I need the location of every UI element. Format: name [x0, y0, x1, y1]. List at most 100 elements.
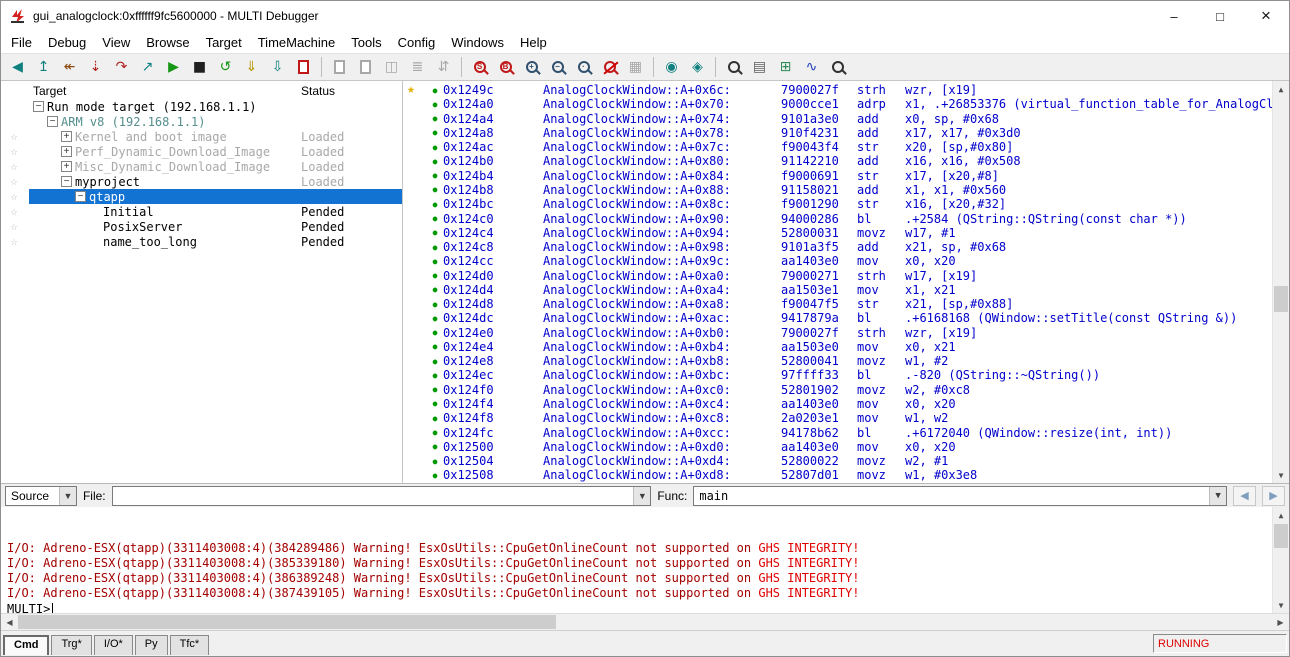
halt-icon[interactable]: ■ [187, 55, 212, 79]
history-back-icon[interactable]: ◀ [1233, 486, 1256, 506]
expand-icon[interactable]: + [61, 161, 72, 172]
disasm-row[interactable]: ●0x1249cAnalogClockWindow::A+0x6c:790002… [403, 83, 1272, 97]
disasm-row[interactable]: ●0x124b8AnalogClockWindow::A+0x88:911580… [403, 183, 1272, 197]
scrollbar-thumb[interactable] [18, 615, 556, 629]
breakpoint-dot[interactable]: ● [427, 342, 443, 351]
disasm-row[interactable]: ●0x124ccAnalogClockWindow::A+0x9c:aa1403… [403, 254, 1272, 268]
maximize-button[interactable]: □ [1197, 1, 1243, 31]
scroll-left-icon[interactable]: ◀ [1, 614, 18, 630]
favorite-star-icon[interactable]: ☆ [1, 204, 27, 219]
breakpoint-dot[interactable]: ● [427, 243, 443, 252]
disasm-row[interactable]: ●0x124f8AnalogClockWindow::A+0xc8:2a0203… [403, 411, 1272, 425]
horizontal-scrollbar[interactable]: ◀ ▶ [1, 613, 1289, 630]
disasm-row[interactable]: ●0x12508AnalogClockWindow::A+0xd8:52807d… [403, 468, 1272, 482]
disasm-row[interactable]: ●0x124c4AnalogClockWindow::A+0x94:528000… [403, 226, 1272, 240]
breakpoint-dot[interactable]: ● [427, 143, 443, 152]
command-console[interactable]: I/O: Adreno-ESX(qtapp)(3311403008:4)(384… [1, 507, 1289, 613]
target-tree-pane[interactable]: Target Status −Run mode target (192.168.… [1, 81, 403, 483]
browse-table-icon[interactable]: ▤ [747, 55, 772, 79]
tree-item-run-mode-target-192-168-1-1-[interactable]: −Run mode target (192.168.1.1) [1, 99, 402, 114]
scroll-up-icon[interactable]: ▲ [1273, 507, 1289, 523]
breakpoint-dot[interactable]: ● [427, 285, 443, 294]
disassembly-scrollbar[interactable]: ▲ ▼ [1272, 81, 1289, 483]
menu-debug[interactable]: Debug [40, 32, 94, 53]
tree-item-kernel-and-boot-image[interactable]: ☆+Kernel and boot imageLoaded [1, 129, 402, 144]
breakpoint-dot[interactable]: ● [427, 442, 443, 451]
tab-trg[interactable]: Trg* [51, 635, 91, 655]
disasm-row[interactable]: ●0x124b0AnalogClockWindow::A+0x80:911422… [403, 154, 1272, 168]
menu-timemachine[interactable]: TimeMachine [250, 32, 344, 53]
breakpoint-dot[interactable]: ● [427, 357, 443, 366]
breakpoint-dot[interactable]: ● [427, 86, 443, 95]
breakpoint-dot[interactable]: ● [427, 314, 443, 323]
step-into-icon[interactable]: ⇣ [83, 55, 108, 79]
chevron-down-icon[interactable]: ▼ [633, 487, 650, 505]
file-combobox[interactable]: ▼ [112, 486, 652, 506]
download-icon[interactable]: ⇓ [239, 55, 264, 79]
disasm-row[interactable]: ●0x12500AnalogClockWindow::A+0xd0:aa1403… [403, 440, 1272, 454]
sync-pc-icon[interactable]: ⇩ [265, 55, 290, 79]
console-prompt-line[interactable]: MULTI> [7, 601, 1269, 613]
tree-item-name-too-long[interactable]: ☆name_too_longPended [1, 234, 402, 249]
tree-item-myproject[interactable]: ☆−myprojectLoaded [1, 174, 402, 189]
breakpoint-dot[interactable]: ● [427, 399, 443, 408]
disasm-row[interactable]: ●0x124bcAnalogClockWindow::A+0x8c:f90012… [403, 197, 1272, 211]
disasm-row[interactable]: ●0x124e8AnalogClockWindow::A+0xb8:528000… [403, 354, 1272, 368]
tab-py[interactable]: Py [135, 635, 168, 655]
disasm-row[interactable]: ●0x124d4AnalogClockWindow::A+0xa4:aa1503… [403, 283, 1272, 297]
breakpoint-dot[interactable]: ● [427, 428, 443, 437]
menu-help[interactable]: Help [512, 32, 555, 53]
disasm-row[interactable]: ●0x124fcAnalogClockWindow::A+0xcc:94178b… [403, 425, 1272, 439]
favorite-star-icon[interactable]: ☆ [1, 234, 27, 249]
history-forward-icon[interactable]: ▶ [1262, 486, 1285, 506]
disasm-row[interactable]: ●0x124d8AnalogClockWindow::A+0xa8:f90047… [403, 297, 1272, 311]
disasm-row[interactable]: ●0x124a0AnalogClockWindow::A+0x70:9000cc… [403, 97, 1272, 111]
breakpoint-dot[interactable]: ● [427, 371, 443, 380]
zoom-out-icon[interactable]: − [545, 55, 570, 79]
zoom-in-icon[interactable]: + [519, 55, 544, 79]
favorite-star-icon[interactable]: ☆ [1, 174, 27, 189]
menu-tools[interactable]: Tools [343, 32, 389, 53]
menu-browse[interactable]: Browse [138, 32, 197, 53]
tab-cmd[interactable]: Cmd [3, 635, 49, 655]
breakpoint-dot[interactable]: ● [427, 114, 443, 123]
disasm-row[interactable]: ●0x124f4AnalogClockWindow::A+0xc4:aa1403… [403, 397, 1272, 411]
tree-item-misc-dynamic-download-image[interactable]: ☆+Misc_Dynamic_Download_ImageLoaded [1, 159, 402, 174]
tab-tfc[interactable]: Tfc* [170, 635, 210, 655]
disasm-row[interactable]: ●0x124d0AnalogClockWindow::A+0xa0:790002… [403, 268, 1272, 282]
zoom-reset-icon[interactable]: · [571, 55, 596, 79]
bookmark-star-icon[interactable]: ★ [407, 83, 415, 96]
search-off-icon[interactable] [597, 55, 622, 79]
disasm-row[interactable]: ●0x124c0AnalogClockWindow::A+0x90:940002… [403, 211, 1272, 225]
favorite-star-icon[interactable] [1, 114, 27, 129]
menu-file[interactable]: File [3, 32, 40, 53]
menu-windows[interactable]: Windows [443, 32, 512, 53]
breakpoint-dot[interactable]: ● [427, 157, 443, 166]
scroll-up-icon[interactable]: ▲ [1273, 81, 1289, 97]
menu-view[interactable]: View [94, 32, 138, 53]
disasm-row[interactable]: ●0x124e4AnalogClockWindow::A+0xb4:aa1503… [403, 340, 1272, 354]
favorite-star-icon[interactable]: ☆ [1, 219, 27, 234]
breakpoint-dot[interactable]: ● [427, 171, 443, 180]
profile-icon[interactable]: ◈ [685, 55, 710, 79]
scrollbar-thumb[interactable] [1274, 524, 1288, 548]
disasm-row[interactable]: ●0x124f0AnalogClockWindow::A+0xc0:528019… [403, 383, 1272, 397]
disassembly-pane[interactable]: ★ ●0x1249cAnalogClockWindow::A+0x6c:7900… [403, 81, 1289, 483]
breakpoint-dot[interactable]: ● [427, 414, 443, 423]
favorite-star-icon[interactable]: ☆ [1, 129, 27, 144]
chevron-down-icon[interactable]: ▼ [59, 487, 76, 505]
breakpoint-dot[interactable]: ● [427, 228, 443, 237]
scroll-right-icon[interactable]: ▶ [1272, 614, 1289, 630]
collapse-icon[interactable]: − [33, 101, 44, 112]
minimize-button[interactable]: – [1151, 1, 1197, 31]
collapse-icon[interactable]: − [75, 191, 86, 202]
breakpoint-dot[interactable]: ● [427, 185, 443, 194]
console-scrollbar[interactable]: ▲ ▼ [1272, 507, 1289, 613]
func-combobox[interactable]: main ▼ [693, 486, 1227, 506]
disasm-row[interactable]: ●0x124dcAnalogClockWindow::A+0xac:941787… [403, 311, 1272, 325]
search-binary-icon[interactable]: B [493, 55, 518, 79]
disasm-row[interactable]: ●0x12504AnalogClockWindow::A+0xd4:528000… [403, 454, 1272, 468]
breakpoint-dot[interactable]: ● [427, 328, 443, 337]
restart-icon[interactable]: ↺ [213, 55, 238, 79]
disasm-row[interactable]: ●0x124acAnalogClockWindow::A+0x7c:f90043… [403, 140, 1272, 154]
